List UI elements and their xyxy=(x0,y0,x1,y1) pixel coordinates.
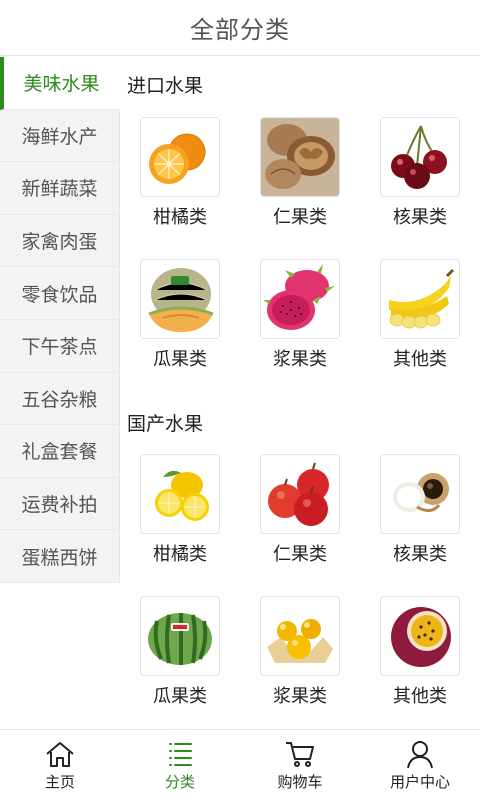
category-label: 核果类 xyxy=(393,544,447,565)
category-sidebar: 美味水果 海鲜水产 新鲜蔬菜 家禽肉蛋 零食饮品 下午茶点 五谷杂粮 礼盒套餐 … xyxy=(0,57,120,583)
category-berry-imported[interactable]: 浆果类 xyxy=(252,259,348,389)
lemon-icon xyxy=(140,454,220,534)
tab-label: 用户中心 xyxy=(389,772,450,791)
longan-icon xyxy=(380,454,460,534)
category-drupe-domestic[interactable]: 核果类 xyxy=(372,454,468,584)
category-label: 仁果类 xyxy=(273,207,327,228)
tab-home[interactable]: 主页 xyxy=(0,730,120,800)
cherry-icon xyxy=(380,117,460,197)
tab-user-center[interactable]: 用户中心 xyxy=(360,730,480,800)
category-other-domestic[interactable]: 其他类 xyxy=(372,596,468,726)
page-title: 全部分类 xyxy=(190,16,290,44)
section-title-domestic: 国产水果 xyxy=(127,413,204,435)
category-label: 核果类 xyxy=(393,207,447,228)
golden-berry-icon xyxy=(260,596,340,676)
top-header: 全部分类 xyxy=(0,0,480,56)
category-pome-domestic[interactable]: 仁果类 xyxy=(252,454,348,584)
orange-fruit-icon xyxy=(140,117,220,197)
tab-label: 主页 xyxy=(44,772,75,791)
category-berry-domestic[interactable]: 浆果类 xyxy=(252,596,348,726)
list-icon xyxy=(169,742,192,766)
tab-category[interactable]: 分类 xyxy=(120,730,240,800)
sidebar-item-shipping-fee[interactable]: 运费补拍 xyxy=(0,478,119,531)
apple-icon xyxy=(260,454,340,534)
home-icon xyxy=(46,741,74,767)
watermelon-icon xyxy=(140,596,220,676)
category-melon-imported[interactable]: 瓜果类 xyxy=(132,259,228,389)
category-label: 瓜果类 xyxy=(153,686,207,707)
category-label: 瓜果类 xyxy=(153,349,207,370)
dragon-fruit-icon xyxy=(260,259,340,339)
sidebar-item-cakes[interactable]: 蛋糕西饼 xyxy=(0,530,119,583)
melon-icon xyxy=(140,259,220,339)
category-other-imported[interactable]: 其他类 xyxy=(372,259,468,389)
category-label: 浆果类 xyxy=(273,349,327,370)
sidebar-item-poultry-meat-eggs[interactable]: 家禽肉蛋 xyxy=(0,215,119,268)
banana-icon xyxy=(380,259,460,339)
sidebar-item-grains[interactable]: 五谷杂粮 xyxy=(0,373,119,426)
user-icon xyxy=(407,740,433,768)
sidebar-item-fruit[interactable]: 美味水果 xyxy=(0,57,120,110)
sidebar-item-gift-boxes[interactable]: 礼盒套餐 xyxy=(0,425,119,478)
category-melon-domestic[interactable]: 瓜果类 xyxy=(132,596,228,726)
category-citrus-imported[interactable]: 柑橘类 xyxy=(132,117,228,247)
tab-label: 购物车 xyxy=(277,772,323,791)
category-label: 其他类 xyxy=(393,349,447,370)
sidebar-item-snacks-drinks[interactable]: 零食饮品 xyxy=(0,267,119,320)
cart-icon xyxy=(286,741,314,767)
category-citrus-domestic[interactable]: 柑橘类 xyxy=(132,454,228,584)
walnut-icon xyxy=(260,117,340,197)
category-label: 其他类 xyxy=(393,686,447,707)
tab-label: 分类 xyxy=(164,772,195,791)
sidebar-item-vegetables[interactable]: 新鲜蔬菜 xyxy=(0,162,119,215)
category-label: 柑橘类 xyxy=(153,544,207,565)
bottom-tab-bar: 主页 分类 购物车 用户中心 xyxy=(0,729,480,800)
category-drupe-imported[interactable]: 核果类 xyxy=(372,117,468,247)
passion-fruit-icon xyxy=(380,596,460,676)
tab-cart[interactable]: 购物车 xyxy=(240,730,360,800)
category-label: 仁果类 xyxy=(273,544,327,565)
category-label: 浆果类 xyxy=(273,686,327,707)
category-content: 进口水果 柑橘类 仁果类 核果类 瓜果类 浆果类 其他类 国产水果 柑橘类 仁果… xyxy=(120,57,480,729)
category-label: 柑橘类 xyxy=(153,207,207,228)
sidebar-item-seafood[interactable]: 海鲜水产 xyxy=(0,110,119,163)
category-pome-imported[interactable]: 仁果类 xyxy=(252,117,348,247)
section-title-imported: 进口水果 xyxy=(127,75,204,97)
sidebar-item-afternoon-tea[interactable]: 下午茶点 xyxy=(0,320,119,373)
